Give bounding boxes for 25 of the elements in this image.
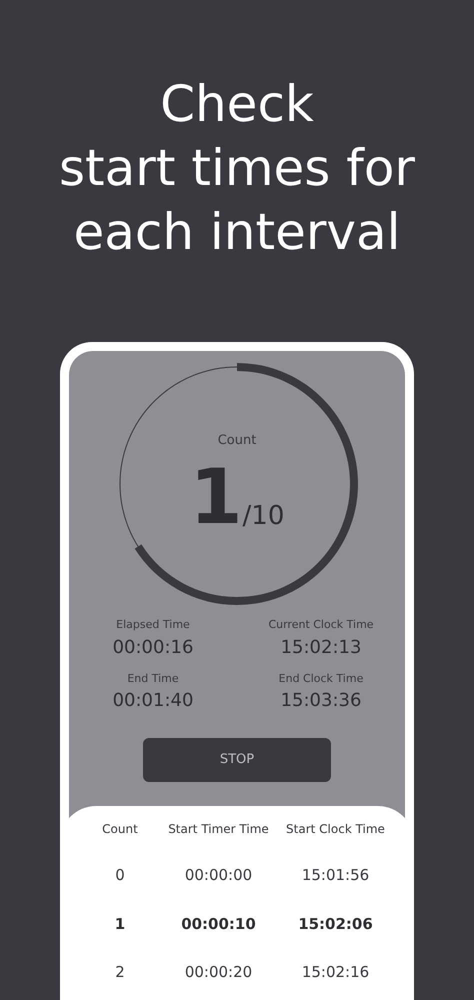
stat-label: Current Clock Time bbox=[268, 617, 374, 633]
stat-value: 15:03:36 bbox=[280, 689, 362, 713]
table-cell-text: 1 bbox=[114, 914, 126, 934]
stat-value: 00:00:16 bbox=[112, 636, 194, 660]
table-cell-text: 0 bbox=[114, 865, 126, 886]
stat-label: End Clock Time bbox=[278, 670, 364, 686]
column-header: Start Timer Time bbox=[167, 821, 270, 838]
total-count: /10 bbox=[242, 500, 284, 530]
table-cell-text: 2 bbox=[114, 962, 126, 983]
stop-button[interactable]: STOP bbox=[143, 738, 331, 782]
headline: Check start times for each interval bbox=[58, 74, 415, 263]
table-cell-text: 00:00:10 bbox=[180, 914, 257, 934]
count-label: Count bbox=[218, 432, 256, 450]
table-cell-text: 00:00:00 bbox=[184, 865, 254, 886]
stat-label: End Time bbox=[127, 670, 179, 686]
column-header: Start Clock Time bbox=[285, 821, 386, 838]
table-cell-text: 15:02:06 bbox=[297, 914, 374, 934]
current-count: 1 bbox=[190, 456, 243, 536]
stat-value: 00:01:40 bbox=[112, 689, 194, 713]
table-cell-text: 00:00:20 bbox=[184, 962, 254, 983]
table-cell-text: 15:01:56 bbox=[300, 865, 370, 886]
column-header: Count bbox=[101, 821, 139, 838]
stat-value: 15:02:13 bbox=[280, 636, 362, 660]
table-cell-text: 15:02:16 bbox=[300, 962, 370, 983]
stat-label: Elapsed Time bbox=[116, 617, 190, 633]
